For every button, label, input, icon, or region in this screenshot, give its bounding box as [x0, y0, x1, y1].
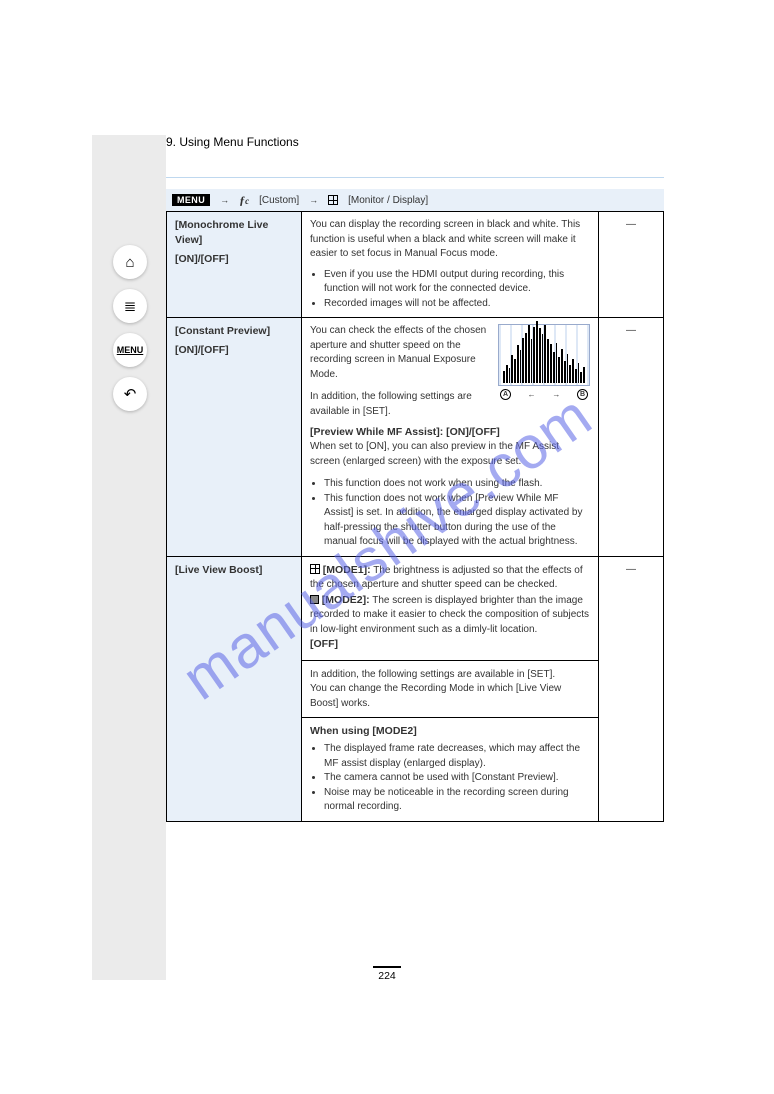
setting-desc: When using [MODE2] The displayed frame r…: [302, 718, 599, 822]
side-nav: ⌂ ≣ MENU ↶: [110, 245, 150, 411]
label-a-icon: A: [500, 389, 511, 400]
settings-table: [Monochrome Live View] [ON]/[OFF] You ca…: [166, 211, 664, 822]
bullet: Recorded images will not be affected.: [324, 297, 590, 312]
setting-cell-monochrome: [Monochrome Live View] [ON]/[OFF]: [167, 212, 302, 318]
custom-icon: ƒc: [239, 193, 249, 208]
setting-options: [ON]/[OFF]: [175, 343, 293, 358]
page-content: 9. Using Menu Functions MENU → ƒc [Custo…: [166, 135, 664, 980]
bullet: This function does not work when [Previe…: [324, 492, 590, 550]
section-heading: 9. Using Menu Functions: [166, 135, 664, 149]
setting-desc: [MODE1]: The brightness is adjusted so t…: [302, 556, 599, 718]
menu-tag: MENU: [172, 194, 210, 206]
setting-title: [Live View Boost]: [175, 563, 293, 578]
bullet: This function does not work when using t…: [324, 477, 590, 492]
bullet: The displayed frame rate decreases, whic…: [324, 742, 590, 771]
setting-title: [Constant Preview]: [175, 324, 293, 339]
sub-heading: When using [MODE2]: [310, 724, 590, 739]
page-number: 224: [373, 966, 401, 982]
back-icon[interactable]: ↶: [113, 377, 147, 411]
arrow-icon: →: [220, 195, 229, 205]
bullet: Noise may be noticeable in the recording…: [324, 786, 590, 815]
setting-link: —: [599, 556, 664, 821]
histogram-graph: [498, 324, 590, 386]
setting-link: —: [599, 318, 664, 557]
histogram-figure: A ← → B: [498, 324, 590, 401]
display-tab-icon: [328, 195, 338, 205]
arrow-icon: ←: [528, 389, 536, 401]
crumb-tab: [Monitor / Display]: [348, 195, 428, 206]
mode-icon: [310, 595, 319, 604]
setting-desc: You can display the recording screen in …: [302, 212, 599, 318]
inner-divider: [302, 660, 598, 661]
list-icon[interactable]: ≣: [113, 289, 147, 323]
home-icon[interactable]: ⌂: [113, 245, 147, 279]
setting-cell-liveview-boost: [Live View Boost]: [167, 556, 302, 821]
opt-label: [OFF]: [310, 638, 338, 650]
breadcrumb: MENU → ƒc [Custom] → [Monitor / Display]: [166, 189, 664, 211]
setting-title: [Monochrome Live View]: [175, 218, 293, 248]
sub-option: [Preview While MF Assist]: [ON]/[OFF]: [310, 425, 590, 440]
text: You can change the Recording Mode in whi…: [310, 682, 590, 711]
arrow-icon: →: [552, 389, 560, 401]
setting-desc: A ← → B You can check the effects of the…: [302, 318, 599, 557]
text: When set to [ON], you can also preview i…: [310, 440, 590, 469]
bullet: Even if you use the HDMI output during r…: [324, 268, 590, 297]
label-b-icon: B: [577, 389, 588, 400]
page-footer: 224: [0, 966, 774, 982]
text: You can display the recording screen in …: [310, 218, 590, 262]
setting-link: —: [599, 212, 664, 318]
menu-icon[interactable]: MENU: [113, 333, 147, 367]
opt-label: [MODE2]:: [322, 594, 370, 606]
arrow-icon: →: [309, 195, 318, 205]
display-tab-icon: [310, 564, 320, 574]
text: In addition, the following settings are …: [310, 668, 590, 683]
crumb-custom: [Custom]: [259, 195, 299, 206]
divider: [166, 177, 664, 179]
bullet: The camera cannot be used with [Constant…: [324, 771, 590, 786]
setting-options: [ON]/[OFF]: [175, 252, 293, 267]
setting-cell-constant-preview: [Constant Preview] [ON]/[OFF]: [167, 318, 302, 557]
opt-label: [MODE1]:: [323, 564, 371, 576]
